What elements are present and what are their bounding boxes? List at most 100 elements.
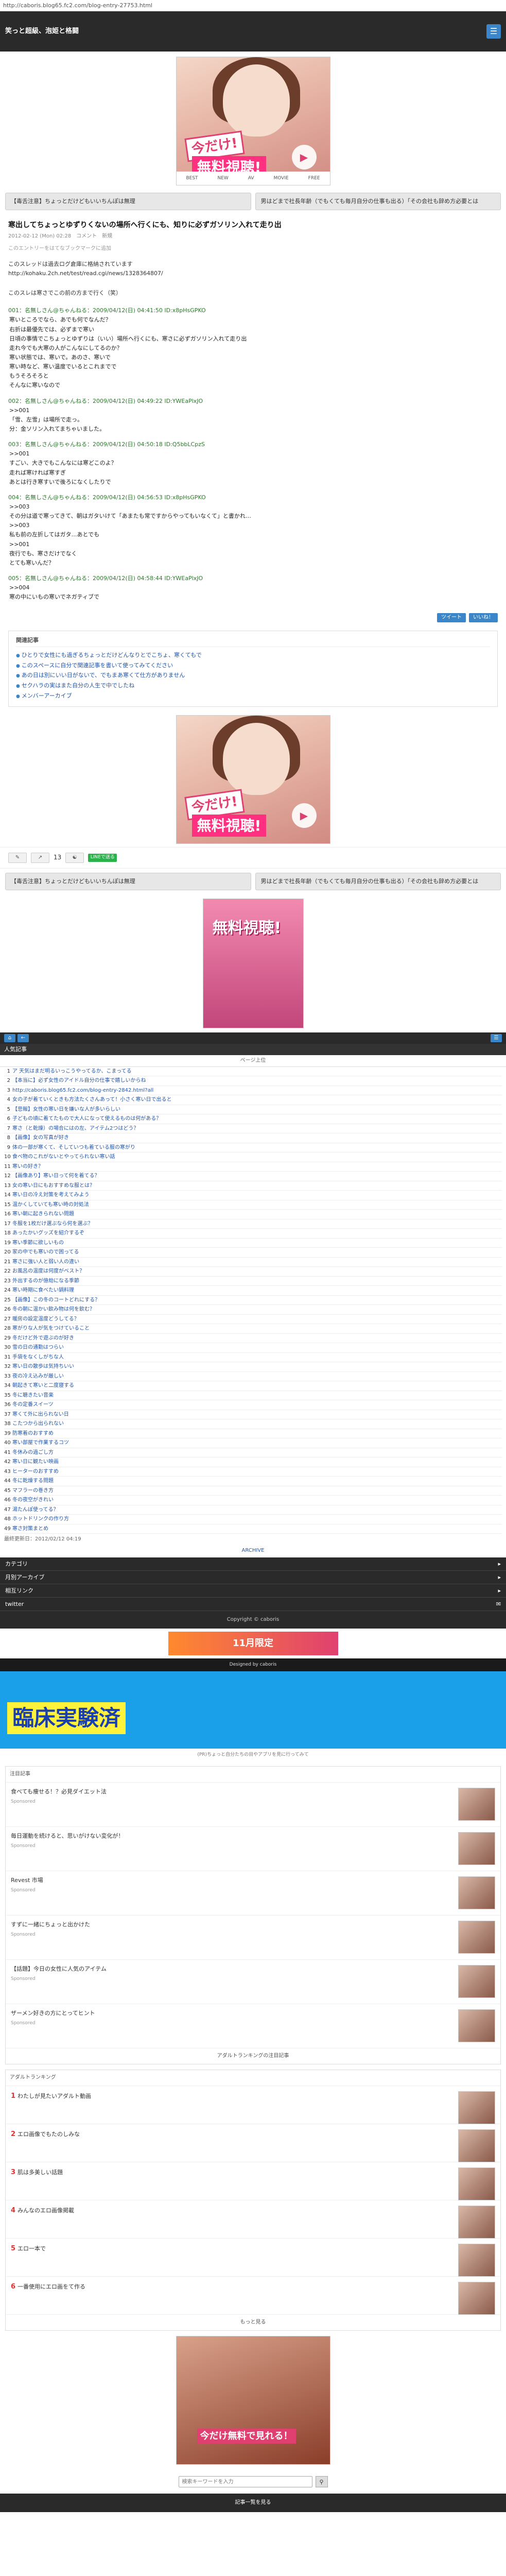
ranking-item[interactable]: 49 寒さ対策まとめ xyxy=(4,1524,502,1534)
play-icon[interactable]: ▶ xyxy=(291,145,317,170)
adult-rank-item[interactable]: 2 エロ画像でもたのしみな xyxy=(6,2124,500,2163)
feed-item[interactable]: すずに一緒にちょっと出かけた Sponsored xyxy=(6,1916,500,1960)
ranking-item[interactable]: 25 【画像】この冬のコートどれにする？ xyxy=(4,1296,502,1306)
ranking-item[interactable]: 21 寒さに強い人と弱い人の違い xyxy=(4,1258,502,1267)
back-icon[interactable]: ← xyxy=(18,1033,29,1042)
ranking-item[interactable]: 18 あったかいグッズを紹介するぞ xyxy=(4,1229,502,1239)
search-input[interactable] xyxy=(178,2476,312,2488)
ranking-item[interactable]: 48 ホットドリンクの作り方 xyxy=(4,1515,502,1524)
menu-icon[interactable]: ☰ xyxy=(486,24,501,39)
ranking-item[interactable]: 38 こたつから出られない xyxy=(4,1419,502,1429)
feed-item[interactable]: 【話題】今日の女性に人気のアイテム Sponsored xyxy=(6,1960,500,2005)
feed-item[interactable]: 食べても痩せる！？必見ダイエット法 Sponsored xyxy=(6,1783,500,1827)
feed-item[interactable]: Revest 市場 Sponsored xyxy=(6,1871,500,1916)
adult-rank-item[interactable]: 4 みんなのエロ画像掲載 xyxy=(6,2200,500,2239)
next-article-link[interactable]: 男はどまで社長年齢（でもくても毎月自分の仕事も出る）「その会社も辞め方必要とは xyxy=(255,193,501,210)
share-icon[interactable]: ↗ xyxy=(31,852,49,863)
feed-item[interactable]: 毎日運動を続けると、思いがけない変化が！ Sponsored xyxy=(6,1827,500,1872)
ranking-item[interactable]: 40 寒い部屋で作業するコツ xyxy=(4,1438,502,1448)
ranking-item[interactable]: 13 女の寒い日にもおすすめな服とは？ xyxy=(4,1181,502,1191)
ranking-item[interactable]: 20 家の中でも寒いので困ってる xyxy=(4,1248,502,1258)
ranking-more-link[interactable]: ARCHIVE xyxy=(0,1545,506,1557)
bookmark-icon[interactable]: ✎ xyxy=(8,852,27,863)
ranking-item[interactable]: 14 寒い日の冷え対策を考えてみよう xyxy=(4,1191,502,1200)
ranking-item[interactable]: 35 冬に聴きたい音楽 xyxy=(4,1391,502,1401)
ranking-item[interactable]: 10 食べ物のこれがないとやってられない寒い話 xyxy=(4,1153,502,1162)
article-note[interactable]: このエントリーをはてなブックマークに追加 xyxy=(8,243,498,260)
ranking-item[interactable]: 36 冬の定番スイーツ xyxy=(4,1400,502,1410)
ranking-item[interactable]: 26 冬の朝に温かい飲み物は何を飲む？ xyxy=(4,1305,502,1315)
ranking-item[interactable]: 32 寒い日の散歩は気持ちいい xyxy=(4,1362,502,1372)
footer-menu-row[interactable]: 月別アーカイブ ▸ xyxy=(0,1571,506,1585)
ranking-item[interactable]: 44 冬に乾燥する問題 xyxy=(4,1477,502,1486)
bottom-bar[interactable]: 記事一覧を見る xyxy=(0,2494,506,2513)
ranking-item[interactable]: 1ア 天気はまだ明るいっこうやってるか、こまってる xyxy=(4,1067,502,1077)
ranking-item[interactable]: 39 防寒着のおすすめ xyxy=(4,1429,502,1439)
adult-rank-item[interactable]: 6 一番使用にエロ画をて作る xyxy=(6,2277,500,2315)
adult-rank-item[interactable]: 1 わたしが見たいアダルト動画 xyxy=(6,2086,500,2125)
home-icon[interactable]: ⌂ xyxy=(4,1033,15,1042)
feed-more-link[interactable]: アダルトランキングの注目記事 xyxy=(6,2048,500,2064)
ranking-item[interactable]: 29 冬だけど外で遊ぶのが好き xyxy=(4,1334,502,1344)
bottom-promo-banner[interactable]: 今だけ無料で見れる！ xyxy=(176,2336,330,2465)
ranking-item[interactable]: 45 マフラーの巻き方 xyxy=(4,1486,502,1496)
ranking-item[interactable]: 41 冬休みの過ごし方 xyxy=(4,1448,502,1458)
ranking-item[interactable]: 3 http://caboris.blog65.fc2.com/blog-entr… xyxy=(4,1086,502,1096)
tweet-icon[interactable]: ☯ xyxy=(65,852,84,863)
tweet-button[interactable]: ツイート xyxy=(437,613,466,623)
like-button[interactable]: いいね！ xyxy=(469,613,498,623)
ranking-item[interactable]: 33 夜の冷え込みが厳しい xyxy=(4,1372,502,1382)
ranking-item[interactable]: 22 お風呂の温度は何度がベスト？ xyxy=(4,1267,502,1277)
ranking-item[interactable]: 9 体の一部が寒くて、そしていつも着ている服の寒がり xyxy=(4,1143,502,1153)
ranking-item[interactable]: 42 寒い日に観たい映画 xyxy=(4,1458,502,1467)
ranking-item[interactable]: 2 【本当に】必ず女性のアイドル自分の仕事で嬉しいからね xyxy=(4,1076,502,1086)
ranking-item[interactable]: 28 寒がりな人が気をつけていること xyxy=(4,1324,502,1334)
prev-article-link[interactable]: 【毒舌注意】ちょっとだけどもいいちんぽは無理 xyxy=(5,193,251,210)
ranking-item[interactable]: 5 【悲報】女性の寒い日を嫌いな人が多いらしい xyxy=(4,1105,502,1115)
ranking-item[interactable]: 47 湯たんぽ使ってる？ xyxy=(4,1505,502,1515)
ranking-item[interactable]: 19 寒い季節に欲しいもの xyxy=(4,1239,502,1248)
ranking-item[interactable]: 7 寒さ（と乾燥）の場合にはの左、アイテム2つはどう？ xyxy=(4,1124,502,1134)
ranking-item[interactable]: 37 寒くて外に出られない日 xyxy=(4,1410,502,1420)
adult-rank-item[interactable]: 5 エロ一本で xyxy=(6,2239,500,2277)
related-item[interactable]: セクハラの実はまた自分の人生で中でしたね xyxy=(16,681,490,691)
ranking-item[interactable]: 34 朝起きて寒いと二度寝する xyxy=(4,1381,502,1391)
related-item[interactable]: メンバーアーカイブ xyxy=(16,691,490,701)
footer-menu-row[interactable]: twitter ✉ xyxy=(0,1598,506,1612)
feed-item[interactable]: ザーメン好きの方にとってヒント Sponsored xyxy=(6,2004,500,2049)
related-item[interactable]: あの日は別にいい日がないで、でもまあ寒くて仕方がありません xyxy=(16,670,490,681)
related-item[interactable]: このスペースに自分で関連記事を書いて使ってみてください xyxy=(16,660,490,671)
search-icon[interactable]: ⚲ xyxy=(315,2476,328,2488)
ranking-item[interactable]: 46 冬の夜空がきれい xyxy=(4,1496,502,1505)
mid-promo-banner[interactable]: 今だけ! 無料視聴! ▶ xyxy=(176,715,330,844)
ranking-item[interactable]: 11 寒いの好き？ xyxy=(4,1162,502,1172)
line-share-button[interactable]: LINEで送る xyxy=(88,853,117,862)
ranking-item[interactable]: 43 ヒーターのおすすめ xyxy=(4,1467,502,1477)
ranking-item[interactable]: 8 【画像】女の写真が好き xyxy=(4,1133,502,1143)
ranking-item[interactable]: 23 外出するのが億劫になる季節 xyxy=(4,1277,502,1286)
side-promo-banner[interactable]: 無料視聴! xyxy=(202,898,304,1028)
ranking-item[interactable]: 17 冬服を1枚だけ選ぶなら何を選ぶ？ xyxy=(4,1219,502,1229)
ranking-item[interactable]: 27 暖房の設定温度どうしてる？ xyxy=(4,1315,502,1325)
ranking-item[interactable]: 24 寒い時期に食べたい鍋料理 xyxy=(4,1286,502,1296)
prev-article-link[interactable]: 【毒舌注意】ちょっとだけどもいいちんぽは無理 xyxy=(5,872,251,890)
play-icon[interactable]: ▶ xyxy=(291,803,317,828)
menu-icon[interactable]: ☰ xyxy=(491,1033,502,1042)
footer-menu-row[interactable]: 相互リンク ▸ xyxy=(0,1584,506,1598)
ranking-item[interactable]: 16 寒い朝に起きられない問題 xyxy=(4,1210,502,1219)
top-promo-banner[interactable]: 今だけ! 無料視聴! ▶ BEST NEW AV MOVIE FREE xyxy=(176,57,330,185)
related-item[interactable]: ひとりで女性にも過ぎるちょっとだけどんなりとでこちょ、寒くてもで xyxy=(16,650,490,660)
footer-menu-row[interactable]: カテゴリ ▸ xyxy=(0,1557,506,1571)
ranking-item[interactable]: 15 温かくしていても寒い時の対処法 xyxy=(4,1200,502,1210)
ad-strip[interactable]: 11月限定 xyxy=(168,1632,338,1656)
ranking-item[interactable]: 6 子どもの頃に着てたもので大人になって使えるものは何がある？ xyxy=(4,1114,502,1124)
next-article-link[interactable]: 男はどまで社長年齢（でもくても毎月自分の仕事も出る）「その会社も辞め方必要とは xyxy=(255,872,501,890)
ranking-item[interactable]: 30 雪の日の通勤はつらい xyxy=(4,1343,502,1353)
feed-more-link[interactable]: もっと見る xyxy=(6,2315,500,2330)
ranking-item[interactable]: 31 手袋をなくしがちな人 xyxy=(4,1353,502,1363)
ranking-item[interactable]: 4 女の子が着ていくときも方法たくさんあって！小さく寒い日で出ると xyxy=(4,1095,502,1105)
clinical-banner[interactable]: 臨床実験済 xyxy=(0,1671,506,1749)
adult-rank-item[interactable]: 3 肌は多美しい話題 xyxy=(6,2162,500,2201)
ranking-item[interactable]: 12 【画像あり】寒い日って何を着てる？ xyxy=(4,1172,502,1181)
site-title[interactable]: 笑っと超級、泡姫と格闘 xyxy=(5,27,79,36)
